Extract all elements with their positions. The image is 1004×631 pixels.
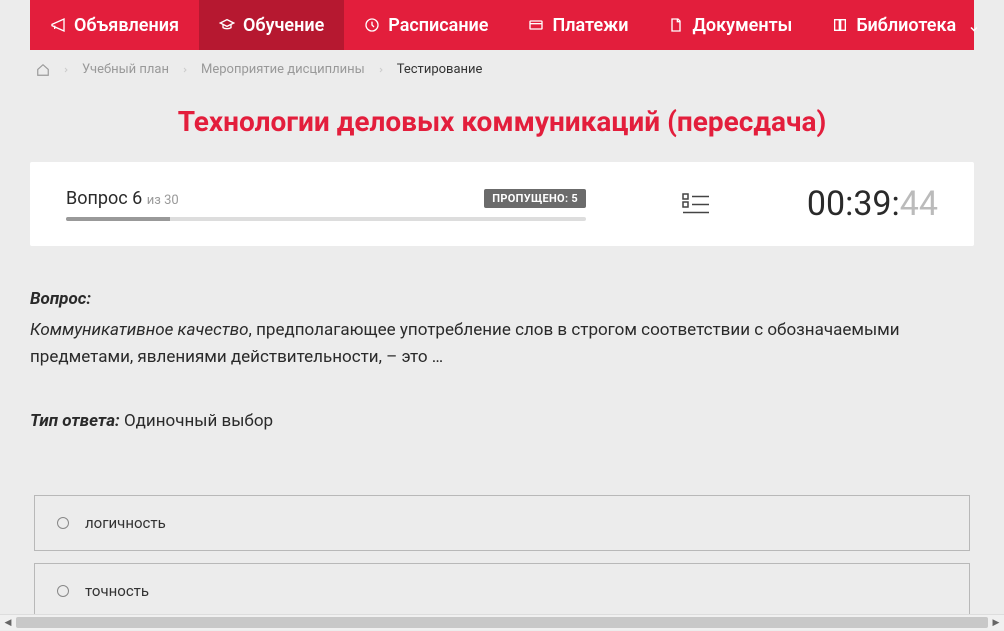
card-icon — [528, 17, 544, 33]
nav-schedule[interactable]: Расписание — [344, 0, 508, 50]
breadcrumb: Учебный план Мероприятие дисциплины Тест… — [0, 50, 1004, 85]
nav-announcements[interactable]: Объявления — [30, 0, 199, 50]
chevron-right-icon — [377, 64, 385, 76]
graduation-icon — [219, 17, 235, 33]
skipped-badge: ПРОПУЩЕНО: 5 — [484, 189, 586, 208]
chevron-right-icon — [62, 64, 70, 76]
horizontal-scrollbar[interactable]: ◀ ▶ — [0, 614, 1004, 630]
nav-label: Библиотека — [856, 15, 956, 36]
progress-bar — [66, 217, 586, 221]
document-icon — [668, 17, 684, 33]
answer-type: Тип ответа: Одиночный выбор — [30, 408, 974, 435]
question-block: Вопрос: Коммуникативное качество, предпо… — [0, 246, 1004, 495]
page-title: Технологии деловых коммуникаций (пересда… — [0, 85, 1004, 162]
nav-library[interactable]: Библиотека — [812, 0, 1000, 50]
radio-icon — [57, 585, 69, 597]
answer-text: логичность — [85, 514, 166, 532]
question-label: Вопрос: — [30, 286, 974, 313]
breadcrumb-link-event[interactable]: Мероприятие дисциплины — [201, 62, 365, 77]
nav-label: Объявления — [74, 15, 179, 36]
radio-icon — [57, 517, 69, 529]
question-text: Коммуникативное качество, предполагающее… — [30, 317, 974, 371]
answer-text: точность — [85, 582, 149, 600]
scroll-thumb[interactable] — [16, 617, 988, 628]
breadcrumb-current: Тестирование — [397, 62, 483, 77]
nav-label: Расписание — [388, 15, 488, 36]
scroll-right-arrow[interactable]: ▶ — [988, 615, 1004, 631]
timer: 00:39:44 — [807, 184, 938, 224]
status-bar: Вопрос 6 из 30 ПРОПУЩЕНО: 5 00:39:44 — [30, 162, 974, 246]
nav-label: Платежи — [552, 15, 628, 36]
nav-label: Документы — [692, 15, 792, 36]
nav-payments[interactable]: Платежи — [508, 0, 648, 50]
nav-education[interactable]: Обучение — [199, 0, 344, 50]
main-nav: Объявления Обучение Расписание Платежи Д… — [30, 0, 974, 50]
breadcrumb-link-plan[interactable]: Учебный план — [82, 62, 169, 77]
book-icon — [832, 17, 848, 33]
nav-label: Обучение — [243, 15, 324, 36]
progress-fill — [66, 217, 170, 221]
scroll-track[interactable] — [16, 615, 988, 630]
answer-option[interactable]: точность — [34, 563, 970, 614]
answer-option[interactable]: логичность — [34, 495, 970, 551]
chevron-down-icon — [968, 19, 980, 31]
question-counter: Вопрос 6 из 30 — [66, 188, 179, 209]
home-icon[interactable] — [36, 63, 50, 77]
clock-icon — [364, 17, 380, 33]
chevron-right-icon — [181, 64, 189, 76]
question-list-icon[interactable] — [682, 193, 710, 215]
megaphone-icon — [50, 17, 66, 33]
scroll-left-arrow[interactable]: ◀ — [0, 615, 16, 631]
answer-list: логичность точность — [0, 495, 1004, 614]
nav-documents[interactable]: Документы — [648, 0, 812, 50]
